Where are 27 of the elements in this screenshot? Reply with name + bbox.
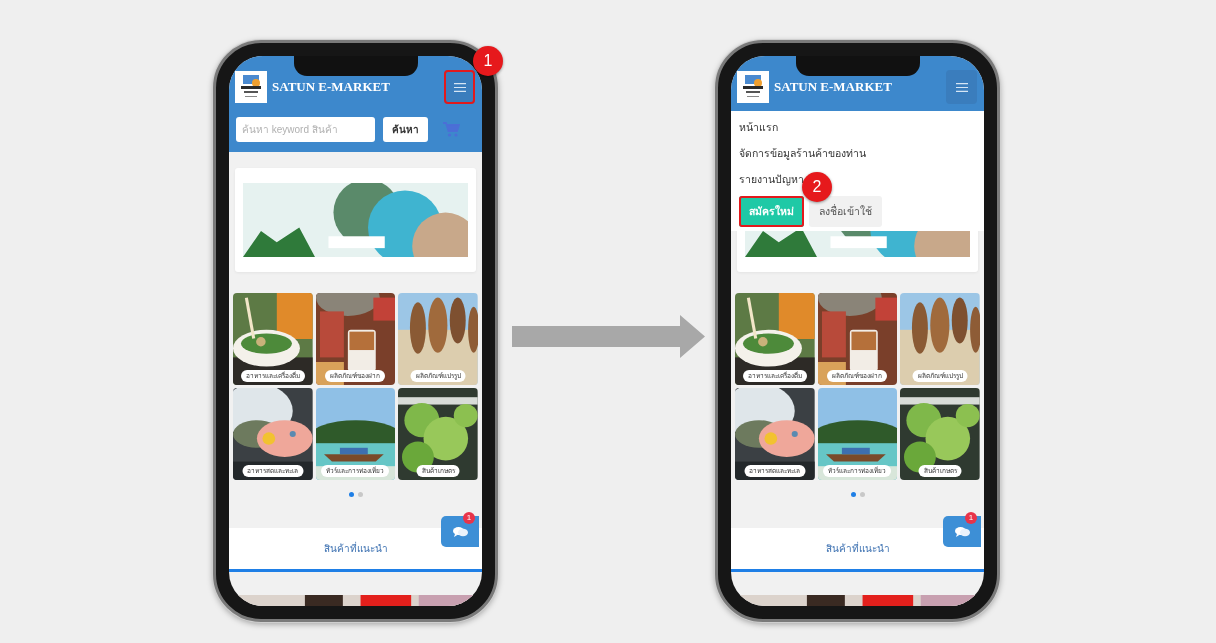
chat-icon xyxy=(954,526,970,537)
search-button[interactable]: ค้นหา xyxy=(383,117,428,142)
carousel-dot[interactable] xyxy=(348,492,354,497)
carousel-dot[interactable] xyxy=(357,492,363,497)
login-button[interactable]: ลงชื่อเข้าใช้ xyxy=(809,196,882,227)
section-tab[interactable]: สินค้าที่แนะนำ xyxy=(731,528,984,572)
menu-item[interactable]: รายงานปัญหา xyxy=(739,166,804,192)
menu-item[interactable]: จัดการข้อมูลร้านค้าของท่าน xyxy=(739,140,866,166)
search-field[interactable]: ค้นหา keyword สินค้า xyxy=(236,117,375,142)
carousel-dot[interactable] xyxy=(859,492,865,497)
menu-icon xyxy=(955,82,968,92)
menu-button[interactable] xyxy=(946,70,977,104)
section-tab[interactable]: สินค้าที่แนะนำ xyxy=(229,528,482,572)
menu-item[interactable]: หน้าแรก xyxy=(739,114,778,140)
logo-icon[interactable] xyxy=(737,71,769,103)
menu-icon xyxy=(453,82,466,92)
chat-icon xyxy=(452,526,468,537)
menu-button[interactable] xyxy=(444,70,475,104)
step-number-badge: 1 xyxy=(473,46,503,76)
site-title[interactable]: SATUN E-MARKET xyxy=(272,79,390,95)
carousel-dot[interactable] xyxy=(850,492,856,497)
logo-icon[interactable] xyxy=(235,71,267,103)
notification-badge: 1 xyxy=(463,512,475,524)
section-tab-label: สินค้าที่แนะนำ xyxy=(323,541,388,556)
notification-badge: 1 xyxy=(965,512,977,524)
section-tab-label: สินค้าที่แนะนำ xyxy=(825,541,890,556)
site-title[interactable]: SATUN E-MARKET xyxy=(774,79,892,95)
